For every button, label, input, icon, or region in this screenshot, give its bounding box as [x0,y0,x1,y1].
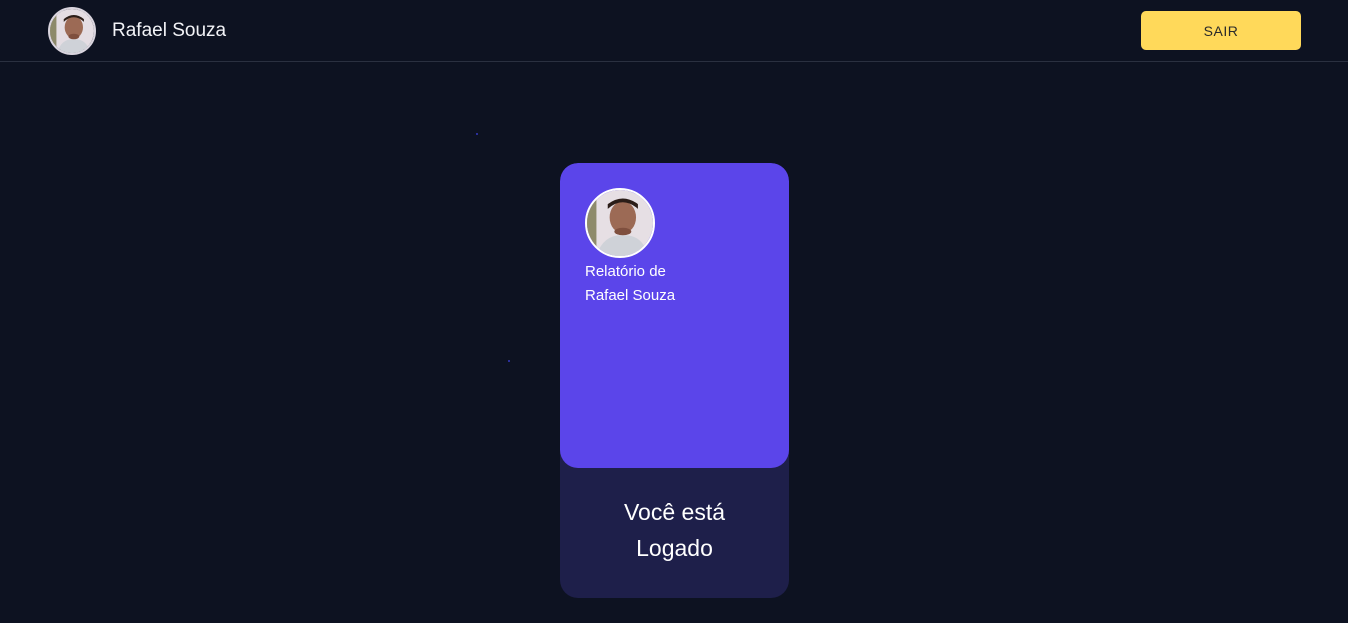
login-status-line2: Logado [636,535,713,561]
logout-button[interactable]: SAIR [1141,11,1301,50]
report-card-header: Relatório de Rafael Souza [560,163,789,468]
login-status: Você está Logado [560,494,789,566]
decorative-dot [508,360,510,362]
login-status-line1: Você está [623,499,726,525]
report-title-line1: Relatório de [585,263,666,280]
user-name: Rafael Souza [112,20,227,41]
top-bar: Rafael Souza SAIR [0,0,1348,62]
report-title: Relatório de Rafael Souza [585,260,765,308]
user-avatar-icon[interactable] [48,7,96,55]
decorative-dot [476,133,478,135]
report-title-line2: Rafael Souza [585,287,676,304]
report-avatar-icon [585,188,655,258]
report-card[interactable]: Relatório de Rafael Souza Você está Loga… [560,163,789,598]
